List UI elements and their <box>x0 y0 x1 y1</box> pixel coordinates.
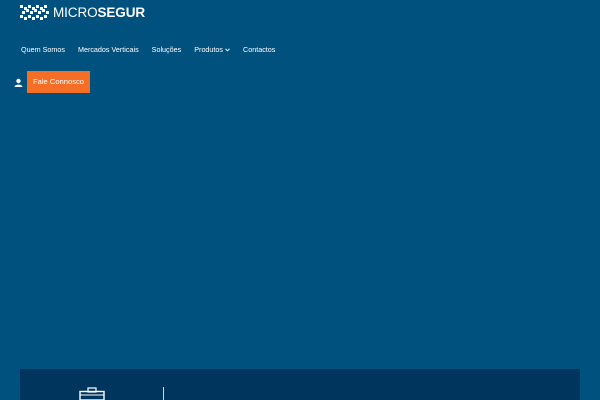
nav-item-produtos-label: Produtos <box>194 45 224 54</box>
brand-name: MICROSEGUR <box>53 4 145 22</box>
main-nav: Quem Somos Mercados Verticais Soluções P… <box>21 44 288 56</box>
nav-item-quem-somos[interactable]: Quem Somos <box>21 44 65 56</box>
nav-item-solucoes[interactable]: Soluções <box>152 44 182 56</box>
nav-item-mercados-verticais[interactable]: Mercados Verticais <box>78 44 139 56</box>
user-icon[interactable] <box>14 78 23 87</box>
panel-divider <box>163 387 164 400</box>
contact-us-button[interactable]: Fale Connosco <box>27 71 90 93</box>
chevron-down-icon <box>225 48 230 52</box>
brand-name-part1: MICRO <box>53 5 98 20</box>
brand-name-part2: SEGUR <box>97 5 146 20</box>
briefcase-icon <box>79 387 105 400</box>
brand-logo[interactable]: MICROSEGUR <box>20 4 145 22</box>
page: MICROSEGUR Quem Somos Mercados Verticais… <box>0 0 600 400</box>
checkered-mark-icon <box>20 5 49 20</box>
feature-panel <box>20 369 580 400</box>
nav-item-produtos[interactable]: Produtos <box>194 44 230 56</box>
nav-item-contactos[interactable]: Contactos <box>243 44 275 56</box>
